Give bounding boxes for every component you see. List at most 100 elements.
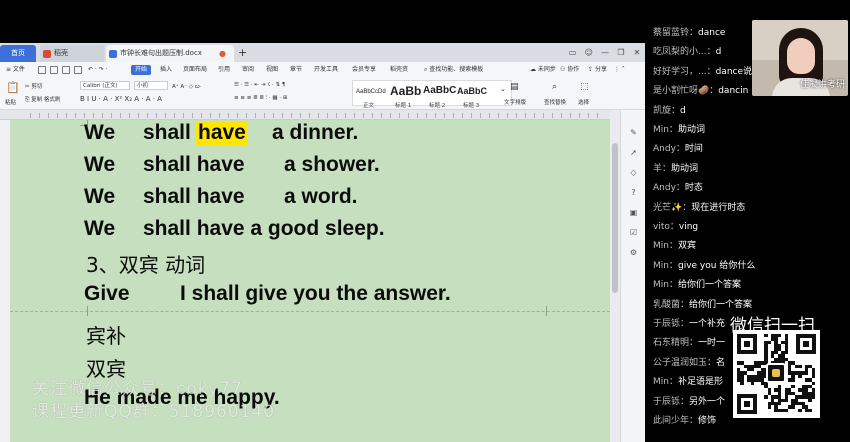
scrollbar-thumb[interactable] xyxy=(612,143,618,293)
chat-username[interactable]: 凯旋： xyxy=(653,106,680,116)
list-buttons[interactable]: ☰ · ☰ · ⇤ ⇥ ☇ · ⇅ ¶ xyxy=(234,82,285,88)
chat-username[interactable]: 好好学习，...： xyxy=(653,67,716,77)
chat-username[interactable]: Min： xyxy=(653,377,678,387)
paste-label[interactable]: 粘贴 xyxy=(5,98,16,106)
help-icon[interactable]: ? xyxy=(629,188,638,197)
chat-message: 羊：助动词 xyxy=(653,161,698,174)
chat-username[interactable]: 乳酸菌： xyxy=(653,300,689,310)
more-menu-icon[interactable]: ⋮ ˄ xyxy=(614,62,625,78)
chat-username[interactable]: Andy： xyxy=(653,183,685,193)
close-button[interactable]: ✕ xyxy=(633,48,641,57)
find-replace-label[interactable]: 查找替换 xyxy=(544,98,566,106)
tab-document[interactable]: 市钟长难句出题压制.docx ● xyxy=(106,45,234,62)
chat-username[interactable]: 羊： xyxy=(653,164,671,174)
chat-username[interactable]: 于辰铄： xyxy=(653,397,689,407)
menu-references[interactable]: 引用 xyxy=(218,62,230,78)
save-icon[interactable] xyxy=(38,66,46,74)
align-buttons[interactable]: ≡ ≡ ≡ ≣ ≣ ⫶ · ▦ · ⊞ xyxy=(234,95,287,102)
find-replace-icon[interactable]: ⌕ xyxy=(552,82,557,92)
edit-pen-icon[interactable]: ✎ xyxy=(629,128,638,137)
menu-start[interactable]: 开始 xyxy=(131,65,152,75)
undo-icon[interactable]: ↶ · ↷ · xyxy=(88,62,108,78)
chat-username[interactable]: Andy： xyxy=(653,144,685,154)
style-h2-sample[interactable]: AaBbC xyxy=(423,85,456,96)
chat-message: 于辰铄：一个补充 xyxy=(653,316,725,329)
chat-username[interactable]: 公子温润如玉： xyxy=(653,358,716,368)
chat-text: 给你们一个答案 xyxy=(677,280,741,291)
chat-message: Andy：时态 xyxy=(653,180,703,193)
collab-button[interactable]: ⚇ 协作 xyxy=(560,62,579,78)
style-h3-sample[interactable]: AaBbC xyxy=(457,86,487,96)
menu-devtools[interactable]: 开发工具 xyxy=(314,62,338,78)
cut-button[interactable]: ✂ 剪切 xyxy=(25,82,42,90)
restore-button[interactable]: ❐ xyxy=(617,48,625,57)
unsaved-dot-icon[interactable]: ● xyxy=(219,45,226,62)
chat-username[interactable]: 吃凤梨的小...： xyxy=(653,47,716,57)
font-format-buttons[interactable]: B I U · A · X² X₂ A · A · A xyxy=(80,95,162,103)
menu-section[interactable]: 章节 xyxy=(290,62,302,78)
chat-message: Min：补足语是形 xyxy=(653,374,723,387)
chat-username[interactable]: 光芒✨： xyxy=(653,203,691,213)
menu-review[interactable]: 审阅 xyxy=(242,62,254,78)
menu-member[interactable]: 会员专享 xyxy=(352,62,376,78)
preview-icon[interactable] xyxy=(74,66,82,74)
chat-username[interactable]: vito： xyxy=(653,222,679,232)
share-button[interactable]: ⇪ 分享 xyxy=(588,62,607,78)
shapes-icon[interactable]: ◇ xyxy=(629,168,638,177)
highlighted-word-have[interactable]: have xyxy=(196,121,248,145)
new-tab-button[interactable]: + xyxy=(238,45,247,60)
chat-username[interactable]: 于辰铄： xyxy=(653,319,689,329)
font-name-select[interactable]: Calibri (正文) xyxy=(80,81,130,90)
chat-username[interactable]: 此间少年： xyxy=(653,416,698,426)
chat-text: ving xyxy=(678,222,699,232)
tab-list-icon[interactable]: ▭ xyxy=(569,48,577,57)
text-layout-icon[interactable]: ▤ xyxy=(510,82,519,92)
select-cursor-icon[interactable]: ➚ xyxy=(629,148,638,157)
chat-username[interactable]: 石东精明： xyxy=(653,338,698,348)
open-icon[interactable] xyxy=(50,66,58,74)
style-more-icon[interactable]: ⌄ xyxy=(500,85,506,93)
search-input[interactable]: ⌕ 查找功能、搜索模板 xyxy=(424,62,483,78)
chat-username[interactable]: Min： xyxy=(653,241,678,251)
account-avatar-icon[interactable]: ☺ xyxy=(585,48,593,57)
line2-object: a shower. xyxy=(284,153,380,176)
chat-username[interactable]: Min： xyxy=(653,125,678,135)
qr-code xyxy=(733,330,820,418)
style-normal-sample[interactable]: AaBbCcDd xyxy=(356,89,386,95)
menu-file[interactable]: ≡ 文件 xyxy=(6,62,25,78)
qr-module xyxy=(791,385,795,389)
minimize-button[interactable]: — xyxy=(601,48,609,57)
chat-username[interactable]: 蔡留蓝铃： xyxy=(653,28,698,38)
menu-page-layout[interactable]: 页面布局 xyxy=(183,62,207,78)
chat-message: 公子温润如玉：名 xyxy=(653,355,725,368)
style-h1-sample[interactable]: AaBb xyxy=(390,84,421,98)
chat-username[interactable]: Min： xyxy=(653,261,678,271)
tools-icon[interactable]: ▣ xyxy=(629,208,638,217)
chat-text: 双宾 xyxy=(677,241,696,252)
menu-view[interactable]: 视图 xyxy=(266,62,278,78)
copy-button[interactable]: ⎘ 复制 格式刷 xyxy=(25,95,60,104)
menu-insert[interactable]: 插入 xyxy=(160,62,172,78)
select-icon[interactable]: ⬚ xyxy=(580,82,589,92)
chat-username[interactable]: 是小割忙呀🥔： xyxy=(653,86,718,96)
margin-corner-mark-3 xyxy=(546,306,554,316)
paste-icon[interactable]: 📋 xyxy=(6,81,20,94)
font-size-select[interactable]: 小初 xyxy=(134,81,168,90)
font-grow-icon[interactable]: A⁺ A⁻ ◇ ꞷ· xyxy=(172,82,202,90)
select-label[interactable]: 选择 xyxy=(578,98,589,106)
review-icon[interactable]: ☑ xyxy=(629,228,638,237)
line4-word-we: We xyxy=(84,217,116,240)
qr-module xyxy=(767,405,771,409)
page-break-line xyxy=(10,311,610,312)
daoke-icon xyxy=(43,50,51,58)
print-icon[interactable] xyxy=(62,66,70,74)
settings-icon[interactable]: ⚙ xyxy=(629,248,638,257)
horizontal-ruler[interactable] xyxy=(0,110,620,120)
menu-doc-helper[interactable]: 稻壳资 xyxy=(390,62,408,78)
chat-username[interactable]: Min： xyxy=(653,280,678,290)
text-layout-label[interactable]: 文字排版 xyxy=(504,98,526,106)
home-tab[interactable]: 首页 xyxy=(0,45,36,62)
qr-finder-tr xyxy=(796,334,816,354)
tab-daoke[interactable]: 稻壳 xyxy=(40,45,104,62)
sync-status[interactable]: ☁ 未同步 xyxy=(530,62,556,78)
